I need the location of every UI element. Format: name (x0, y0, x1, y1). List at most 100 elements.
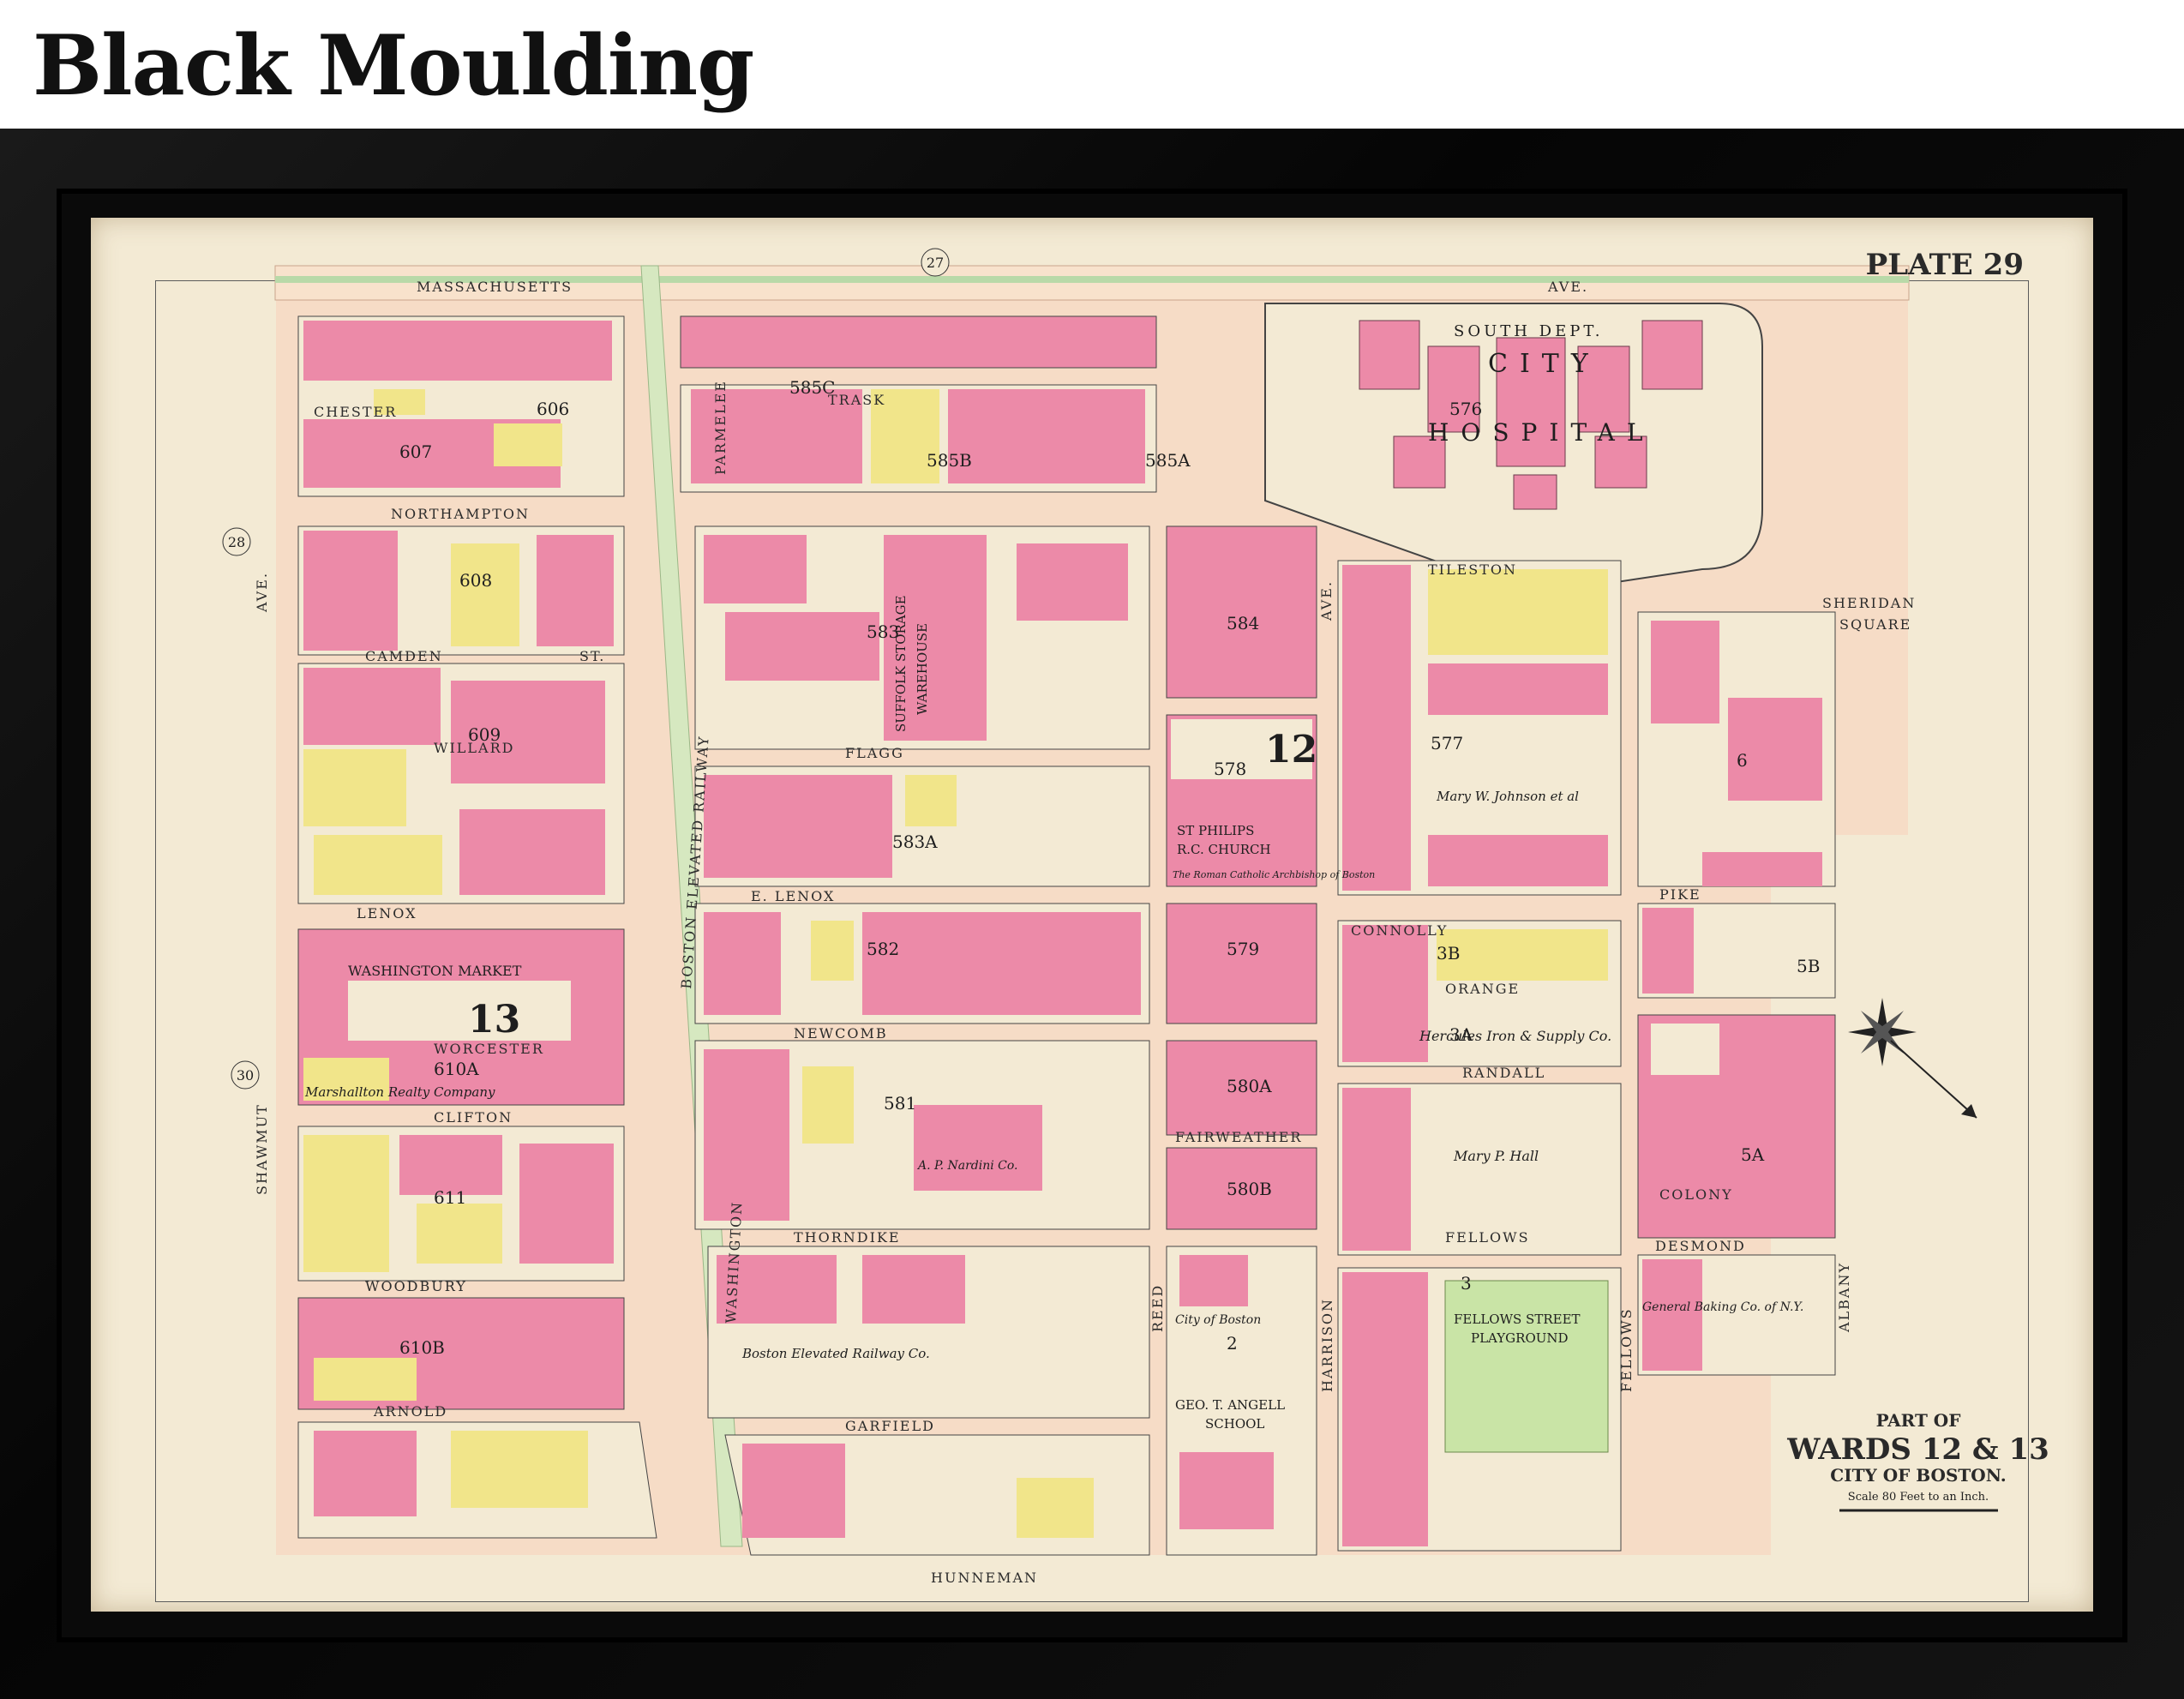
b583-c (1017, 543, 1128, 621)
street-chester: CHESTER (314, 404, 397, 420)
b-arnold-a (314, 1431, 417, 1516)
b609-d (314, 835, 442, 895)
block-num-3b: 3B (1437, 943, 1460, 964)
hall-a (1342, 1088, 1411, 1251)
school-bldg (1179, 1452, 1274, 1529)
b583a-b (905, 775, 957, 826)
block-num-610b: 610B (399, 1337, 445, 1358)
street-camden: CAMDEN (365, 648, 443, 664)
b582-a (704, 912, 781, 1015)
margin-right (1908, 281, 2028, 1601)
svg-text:30: 30 (237, 1067, 254, 1084)
block-585a-bldgs (948, 389, 1145, 483)
street-shawmut-ave: AVE. (254, 572, 270, 613)
block-606-row-a (303, 321, 612, 381)
block-579 (1166, 903, 1317, 1024)
block-num-608: 608 (459, 570, 492, 591)
label-hospital: HOSPITAL (1428, 418, 1654, 447)
cartouche-city: CITY OF BOSTON. (1830, 1465, 2006, 1486)
b611-b (399, 1135, 502, 1195)
label-south-dept: SOUTH DEPT. (1454, 322, 1603, 340)
b609-a (303, 668, 441, 745)
owner-hercules: Hercules Iron & Supply Co. (1419, 1028, 1611, 1044)
street-albany: ALBANY (1836, 1262, 1852, 1333)
b-arnold-b (451, 1431, 588, 1508)
block-num-580b: 580B (1227, 1179, 1272, 1199)
block-584 (1166, 525, 1317, 699)
b611-a (303, 1135, 389, 1272)
nardini-bldg (914, 1105, 1042, 1191)
street-harrison: HARRISON (1319, 1298, 1335, 1392)
street-pike: PIKE (1659, 886, 1701, 903)
street-woodbury: WOODBURY (365, 1278, 467, 1294)
street-massachusetts: MASSACHUSETTS (417, 279, 573, 295)
b582-c (811, 921, 854, 981)
block-num-582: 582 (867, 939, 899, 959)
owner-city-of-boston: City of Boston (1175, 1313, 1261, 1327)
block-num-607: 607 (399, 441, 432, 462)
street-lenox: LENOX (357, 905, 417, 922)
street-garfield: GARFIELD (845, 1418, 935, 1434)
street-flagg: FLAGG (845, 745, 904, 761)
adjacent-plate-28: 28 (222, 527, 251, 556)
frame-bldg-b (494, 423, 562, 466)
label-washington-market: WASHINGTON MARKET (348, 963, 522, 979)
block-num-5b: 5B (1797, 956, 1820, 976)
owner-mary-johnson: Mary W. Johnson et al (1436, 789, 1579, 804)
plate-number: PLATE 29 (1866, 248, 2024, 282)
street-colony: COLONY (1659, 1186, 1733, 1203)
label-rc-church: R.C. CHURCH (1177, 842, 1271, 857)
map-paper: 27 28 30 PLATE 29 MASSACHUSETTS AVE. NOR… (91, 218, 2093, 1612)
block-num-577: 577 (1431, 733, 1463, 753)
street-clifton: CLIFTON (434, 1109, 513, 1126)
block-num-606: 606 (537, 399, 569, 419)
block-num-580a: 580A (1227, 1076, 1272, 1096)
label-angell: GEO. T. ANGELL (1175, 1397, 1285, 1413)
owner-roman-catholic: The Roman Catholic Archbishop of Boston (1173, 869, 1375, 880)
block-num-578: 578 (1214, 759, 1246, 779)
b610a-market (348, 981, 571, 1041)
block-num-585c: 585C (789, 377, 835, 398)
street-arnold: ARNOLD (373, 1403, 447, 1420)
street-randall: RANDALL (1462, 1065, 1545, 1081)
block-585c (680, 315, 1157, 369)
street-shawmut: SHAWMUT (254, 1103, 270, 1195)
label-school: SCHOOL (1205, 1416, 1264, 1432)
street-tileston: TILESTON (1428, 561, 1517, 578)
b5a-yard (1651, 1024, 1719, 1075)
block-num-583a: 583A (892, 831, 938, 852)
margin-left (156, 281, 276, 1601)
carriage-factory (1017, 1478, 1094, 1538)
block-num-579: 579 (1227, 939, 1259, 959)
street-northampton: NORTHAMPTON (391, 506, 530, 522)
block-num-585a: 585A (1145, 450, 1191, 471)
ward-13-left: 13 (468, 998, 520, 1042)
svg-text:27: 27 (927, 255, 944, 271)
b3a-a (1342, 925, 1428, 1062)
label-st-philips: ST PHILIPS (1177, 823, 1254, 838)
b609-e (459, 809, 605, 895)
cartouche-wards: WARDS 12 & 13 (1786, 1432, 2049, 1467)
street-connolly: CONNOLLY (1351, 922, 1448, 939)
block-num-581: 581 (884, 1093, 916, 1114)
label-playground: PLAYGROUND (1471, 1330, 1569, 1346)
street-desmond: DESMOND (1655, 1238, 1746, 1254)
owner-mary-hall: Mary P. Hall (1453, 1148, 1539, 1164)
street-harrison-ave: AVE. (1318, 580, 1335, 621)
atlas-map: 27 28 30 PLATE 29 MASSACHUSETTS AVE. NOR… (155, 248, 2049, 1602)
owner-marshallton: Marshallton Realty Company (304, 1084, 495, 1100)
street-trask: TRASK (828, 392, 885, 408)
cartouche-part-of: PART OF (1876, 1410, 1961, 1431)
label-fellows-street: FELLOWS STREET (1454, 1312, 1581, 1327)
b577-a (1342, 565, 1411, 891)
b577-d (1428, 835, 1608, 886)
owner-general-baking: General Baking Co. of N.Y. (1642, 1300, 1803, 1314)
owner-nardini: A. P. Nardini Co. (916, 1159, 1018, 1173)
b6-b (1728, 698, 1822, 801)
b577-b (1428, 569, 1608, 655)
b3-a (1342, 1272, 1428, 1546)
block-num-610a: 610A (434, 1059, 479, 1079)
street-thorndike: THORNDIKE (794, 1229, 901, 1246)
block-num-611: 611 (434, 1187, 466, 1208)
bery-b (862, 1255, 965, 1324)
